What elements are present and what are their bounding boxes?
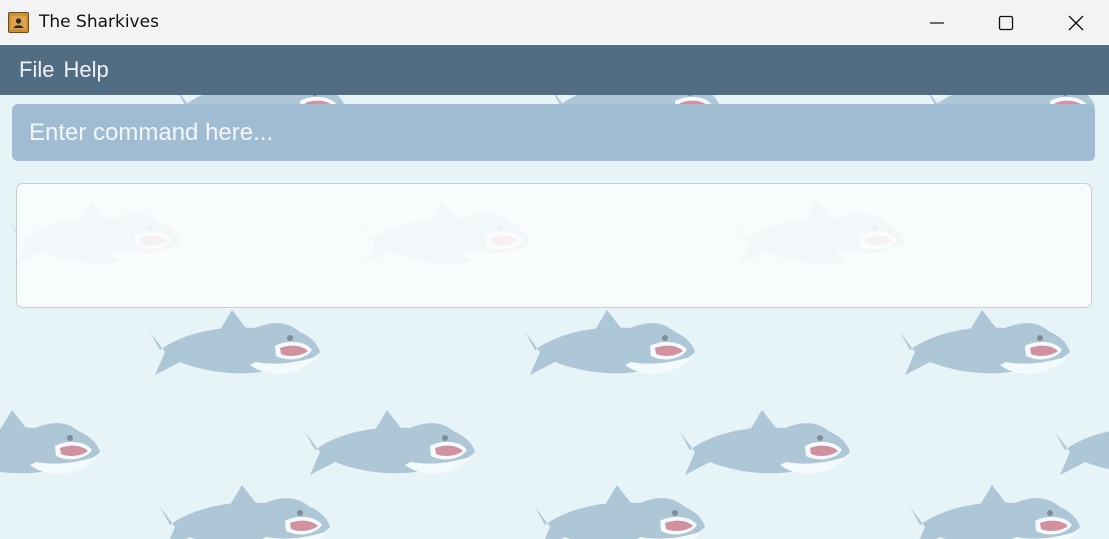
app-window: The Sharkives File Help <box>0 0 1109 539</box>
menu-help[interactable]: Help <box>63 57 108 83</box>
maximize-button[interactable] <box>971 0 1041 45</box>
shark-pattern <box>0 95 1109 539</box>
app-icon <box>8 12 29 33</box>
command-box <box>12 104 1095 161</box>
result-display[interactable] <box>16 183 1092 308</box>
close-button[interactable] <box>1041 0 1109 45</box>
minimize-icon <box>930 21 944 24</box>
minimize-button[interactable] <box>902 0 972 45</box>
title-bar: The Sharkives <box>0 0 1109 45</box>
menu-file[interactable]: File <box>19 57 54 83</box>
window-title: The Sharkives <box>39 12 159 32</box>
close-icon <box>1068 15 1084 30</box>
command-input[interactable] <box>29 104 1095 161</box>
maximize-icon <box>998 15 1014 30</box>
menu-bar: File Help <box>0 45 1109 95</box>
shark-wallpaper <box>0 95 1109 539</box>
